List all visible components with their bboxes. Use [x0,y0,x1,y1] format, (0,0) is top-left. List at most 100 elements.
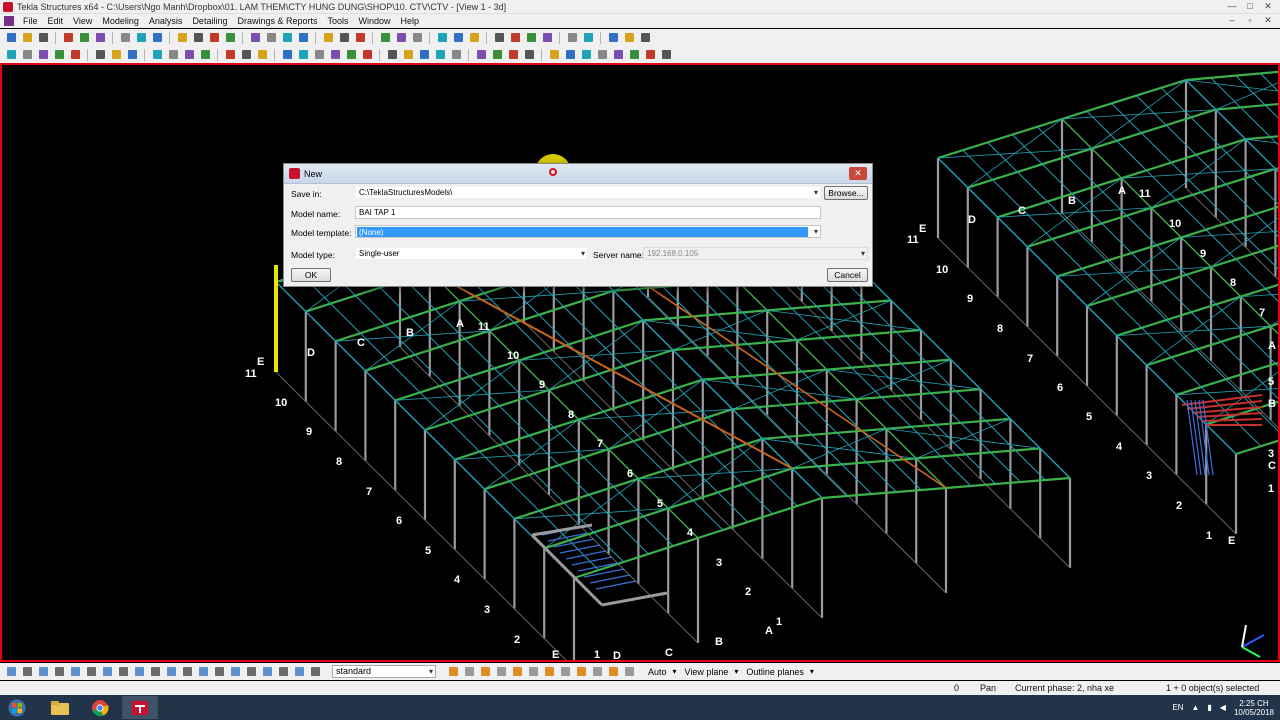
menu-edit[interactable]: Edit [43,16,69,26]
toolbar-button[interactable] [20,31,34,44]
toolbar-button[interactable] [385,48,399,61]
toolbar-button[interactable] [109,48,123,61]
rafter[interactable] [967,147,1093,189]
toolbar-button[interactable] [68,48,82,61]
mdi-minimize-button[interactable]: – [1224,15,1240,26]
toolbar-button[interactable] [150,31,164,44]
rafter[interactable] [573,536,699,580]
switch-button[interactable] [36,665,50,678]
switch-button[interactable] [494,665,508,678]
view-plane-dropdown[interactable]: View plane [681,667,741,677]
toolbar-button[interactable] [4,48,18,61]
rafter[interactable] [484,448,609,491]
dialog-title-bar[interactable]: New ✕ [284,164,872,184]
toolbar-button[interactable] [353,31,367,44]
switch-button[interactable] [100,665,114,678]
switch-button[interactable] [212,665,226,678]
switch-button[interactable] [574,665,588,678]
menu-view[interactable]: View [68,16,97,26]
roof-brace[interactable] [1086,237,1182,307]
toolbar-button[interactable] [643,48,657,61]
toolbar-button[interactable] [166,48,180,61]
toolbar-button[interactable] [565,31,579,44]
mdi-restore-button[interactable]: ▫ [1242,15,1258,26]
switch-button[interactable] [308,665,322,678]
axis-y[interactable] [1241,646,1261,658]
rafter[interactable] [1086,265,1212,308]
roof-brace[interactable] [1027,177,1122,248]
toolbar-button[interactable] [328,48,342,61]
toolbar-button[interactable] [378,31,392,44]
switch-button[interactable] [446,665,460,678]
toolbar-button[interactable] [280,31,294,44]
toolbar-button[interactable] [467,31,481,44]
toolbar-button[interactable] [627,48,641,61]
axis-z[interactable] [1241,624,1247,648]
switch-button[interactable] [590,665,604,678]
rafter[interactable] [1056,236,1182,278]
switch-button[interactable] [68,665,82,678]
toolbar-button[interactable] [248,31,262,44]
axis-x[interactable] [1241,634,1265,648]
switch-button[interactable] [526,665,540,678]
rafter[interactable] [394,359,520,402]
rafter[interactable] [1121,138,1246,180]
menu-modeling[interactable]: Modeling [97,16,144,26]
toolbar-button[interactable] [417,48,431,61]
stair-tread[interactable] [589,574,631,584]
toolbar-button[interactable] [321,31,335,44]
toolbar-button[interactable] [36,48,50,61]
roof-brace[interactable] [967,118,1063,188]
purlin[interactable] [325,265,624,563]
view-filter-dropdown[interactable]: standard [332,665,436,678]
rafter[interactable] [1185,69,1278,82]
rafter[interactable] [1116,295,1242,337]
roof-brace[interactable] [424,360,520,431]
model-type-dropdown[interactable]: Single-user [355,247,588,260]
switch-button[interactable] [276,665,290,678]
outline-planes-dropdown[interactable]: Outline planes [742,667,816,677]
rafter[interactable] [638,437,763,480]
rafter[interactable] [937,117,1063,160]
menu-tools[interactable]: Tools [323,16,354,26]
rafter[interactable] [697,496,823,540]
switch-button[interactable] [478,665,492,678]
toolbar-button[interactable] [360,48,374,61]
switch-button[interactable] [462,665,476,678]
roof-brace[interactable] [1275,128,1278,170]
mdi-close-button[interactable]: ✕ [1260,15,1276,26]
roof-brace[interactable] [667,438,763,509]
toolbar-button[interactable] [175,31,189,44]
switch-button[interactable] [116,665,130,678]
switch-button[interactable] [164,665,178,678]
toolbar-button[interactable] [61,31,75,44]
toolbar-button[interactable] [581,31,595,44]
rafter[interactable] [1270,287,1278,328]
grid-line[interactable] [937,237,1237,535]
switch-button[interactable] [606,665,620,678]
dialog-close-button[interactable]: ✕ [849,167,867,180]
rafter[interactable] [1176,356,1278,396]
toolbar-button[interactable] [337,31,351,44]
model-template-dropdown[interactable]: (None) [355,225,821,238]
roof-brace[interactable] [543,478,639,549]
rafter[interactable] [335,300,460,343]
roof-brace[interactable] [1146,296,1242,366]
toolbar-button[interactable] [36,31,50,44]
menu-detailing[interactable]: Detailing [187,16,232,26]
save-in-dropdown[interactable]: C:\TeklaStructuresModels\ [355,186,821,199]
switch-button[interactable] [292,665,306,678]
model-name-input[interactable]: BAI TAP 1 [355,206,821,219]
switch-button[interactable] [52,665,66,678]
rafter[interactable] [997,177,1122,219]
switch-button[interactable] [244,665,258,678]
ok-button[interactable]: OK [291,268,331,282]
menu-help[interactable]: Help [396,16,425,26]
toolbar-button[interactable] [451,31,465,44]
cancel-button[interactable]: Cancel [827,268,868,282]
toolbar-button[interactable] [344,48,358,61]
toolbar-button[interactable] [410,31,424,44]
switch-button[interactable] [148,665,162,678]
toolbar-button[interactable] [150,48,164,61]
toolbar-button[interactable] [506,48,520,61]
